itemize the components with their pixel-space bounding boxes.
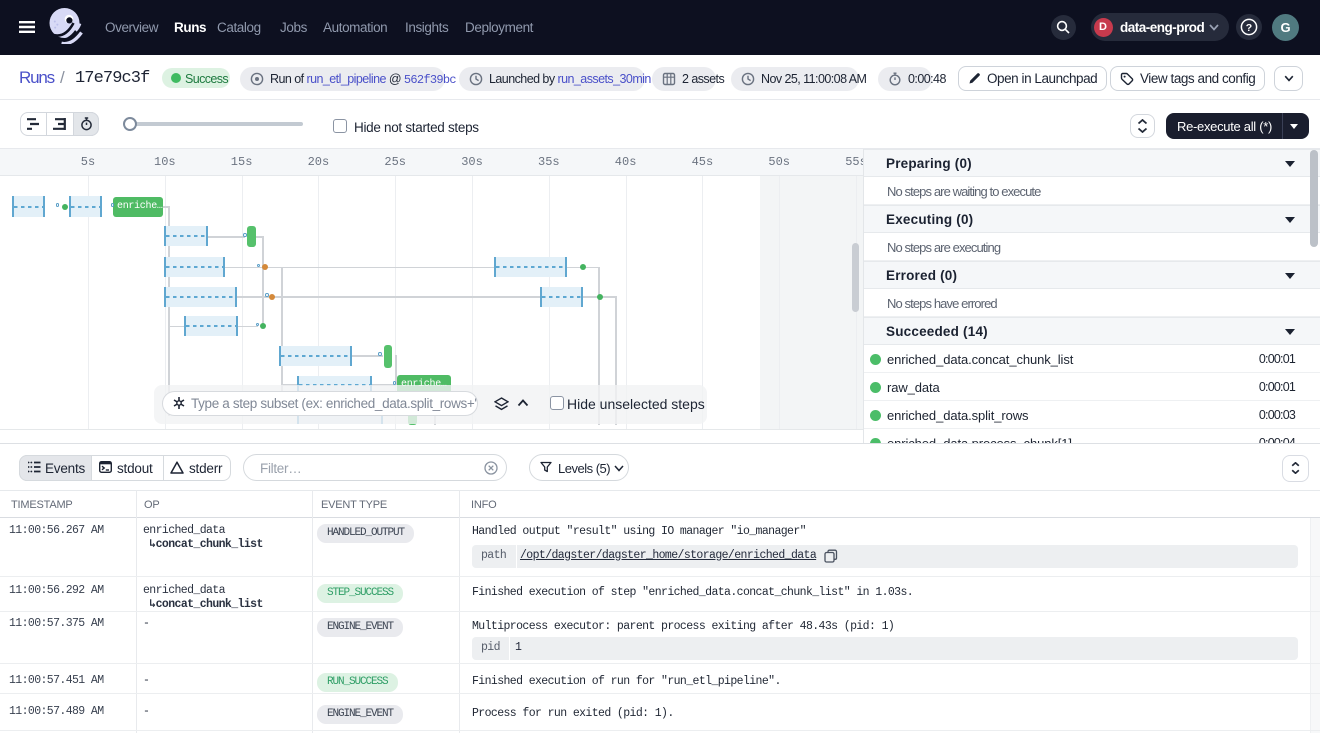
svg-text:?: ? [1246, 22, 1252, 34]
